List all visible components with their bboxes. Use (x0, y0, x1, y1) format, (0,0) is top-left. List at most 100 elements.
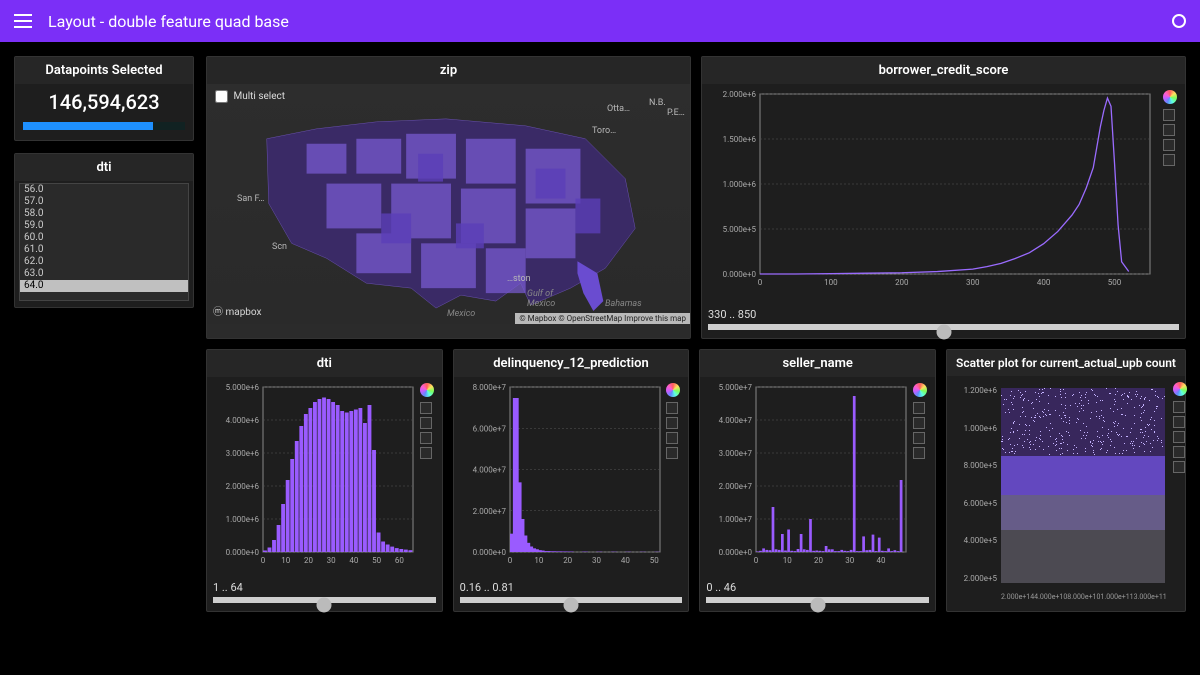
delinquency-chart-panel: delinquency_12_prediction 0.000e+02.000e… (453, 349, 690, 612)
svg-text:30: 30 (846, 556, 855, 565)
dti-chart-toolbar[interactable] (420, 383, 434, 459)
scatter-chart[interactable]: 1.200e+61.000e+68.000e+56.000e+54.000e+5… (947, 376, 1185, 611)
mapbox-logo: ⓜ mapbox (213, 303, 261, 318)
delinq-chart-toolbar[interactable] (666, 383, 680, 459)
save-tool-icon[interactable] (913, 432, 925, 444)
svg-text:200: 200 (895, 278, 909, 287)
lasso-tool-icon[interactable] (1173, 416, 1185, 428)
dti-chart-panel: dti 0.000e+0 1.000e+6 2.000e+6 3.000e+6 4.00… (206, 349, 443, 612)
bokeh-logo-icon (913, 383, 927, 397)
list-item[interactable]: 64.0 (20, 280, 188, 292)
list-item[interactable]: 60.0 (20, 232, 188, 244)
main-charts: zip (206, 56, 1186, 612)
dti-filter-panel: dti 56.057.058.059.060.061.062.063.064.0 (14, 153, 194, 308)
delinquency-chart[interactable]: 0.000e+02.000e+74.000e+76.000e+78.000e+7… (460, 383, 683, 573)
pan-tool-icon[interactable] (1163, 109, 1175, 121)
svg-text:40: 40 (621, 556, 630, 565)
scatter-chart-toolbar[interactable] (1173, 382, 1187, 473)
svg-text:4.000e+7: 4.000e+7 (472, 466, 506, 475)
pan-tool-icon[interactable] (913, 402, 925, 414)
boxzoom-tool-icon[interactable] (420, 417, 432, 429)
menu-icon[interactable] (14, 14, 32, 28)
delinq-range-slider[interactable] (460, 597, 683, 603)
svg-text:1.000e+6: 1.000e+6 (723, 180, 757, 189)
svg-text:0: 0 (261, 556, 266, 565)
save-tool-icon[interactable] (1173, 446, 1185, 458)
boxzoom-tool-icon[interactable] (666, 417, 678, 429)
list-item[interactable]: 57.0 (20, 196, 188, 208)
svg-text:50: 50 (372, 556, 381, 565)
reset-tool-icon[interactable] (913, 447, 925, 459)
list-item[interactable]: 61.0 (20, 244, 188, 256)
map-attribution[interactable]: © Mapbox © OpenStreetMap Improve this ma… (515, 313, 690, 324)
list-item[interactable]: 56.0 (20, 184, 188, 196)
dti-range-slider[interactable] (213, 597, 436, 603)
svg-text:10: 10 (534, 556, 543, 565)
list-item[interactable]: 62.0 (20, 256, 188, 268)
boxzoom-tool-icon[interactable] (1163, 124, 1175, 136)
list-item[interactable]: 58.0 (20, 208, 188, 220)
svg-text:0.000e+0: 0.000e+0 (723, 270, 757, 279)
credit-chart-toolbar[interactable] (1163, 90, 1177, 166)
bokeh-logo-icon (420, 383, 434, 397)
svg-text:2.000e+6: 2.000e+6 (723, 90, 757, 99)
save-tool-icon[interactable] (1163, 139, 1175, 151)
svg-text:0: 0 (758, 278, 763, 287)
list-item[interactable]: 63.0 (20, 268, 188, 280)
bokeh-logo-icon (1163, 90, 1177, 104)
zip-map-canvas[interactable]: Multi select Otta… Toro… N.B. P.E… San F… (207, 84, 690, 324)
credit-score-panel: borrower_credit_score 0.000e+0 5.000e+5 1.… (701, 56, 1186, 339)
pan-tool-icon[interactable] (666, 402, 678, 414)
svg-text:0.000e+0: 0.000e+0 (719, 548, 753, 557)
reset-tool-icon[interactable] (420, 447, 432, 459)
svg-text:1.500e+6: 1.500e+6 (723, 135, 757, 144)
svg-text:4.000e+6: 4.000e+6 (226, 416, 260, 425)
svg-text:0.000e+0: 0.000e+0 (226, 548, 260, 557)
list-item[interactable]: 59.0 (20, 220, 188, 232)
dti-chart-title: dti (207, 350, 442, 377)
pan-tool-icon[interactable] (420, 402, 432, 414)
credit-score-chart[interactable]: 0.000e+0 5.000e+5 1.000e+6 1.500e+6 2.000e+6… (708, 90, 1179, 300)
zip-map-title: zip (207, 57, 690, 84)
svg-text:1.000e+7: 1.000e+7 (719, 515, 753, 524)
svg-text:1.000e+6: 1.000e+6 (226, 515, 260, 524)
credit-range-label: 330 .. 850 (708, 308, 1179, 321)
svg-text:10: 10 (783, 556, 792, 565)
credit-score-title: borrower_credit_score (702, 57, 1185, 84)
seller-chart-toolbar[interactable] (913, 383, 927, 459)
reset-tool-icon[interactable] (1173, 461, 1185, 473)
topbar: Layout - double feature quad base (0, 0, 1200, 42)
reset-tool-icon[interactable] (1163, 154, 1175, 166)
delinquency-chart-title: delinquency_12_prediction (454, 350, 689, 377)
svg-text:5.000e+5: 5.000e+5 (723, 225, 757, 234)
svg-text:2.000e+6: 2.000e+6 (226, 482, 260, 491)
seller-chart-title: seller_name (700, 350, 935, 377)
save-tool-icon[interactable] (420, 432, 432, 444)
zip-map-panel: zip (206, 56, 691, 339)
save-tool-icon[interactable] (666, 432, 678, 444)
svg-text:3.000e+6: 3.000e+6 (226, 449, 260, 458)
svg-text:30: 30 (327, 556, 336, 565)
bokeh-logo-icon (1173, 382, 1187, 396)
boxzoom-tool-icon[interactable] (1173, 431, 1185, 443)
seller-range-slider[interactable] (706, 597, 929, 603)
credit-range-slider[interactable] (708, 324, 1179, 330)
delinq-range-label: 0.16 .. 0.81 (460, 581, 683, 594)
seller-chart[interactable]: 0.000e+01.000e+72.000e+73.000e+74.000e+7… (706, 383, 929, 573)
dti-listbox[interactable]: 56.057.058.059.060.061.062.063.064.0 (19, 183, 189, 301)
datapoints-progress-bar (23, 122, 185, 130)
svg-text:50: 50 (649, 556, 658, 565)
status-indicator-icon[interactable] (1172, 14, 1186, 28)
svg-text:40: 40 (349, 556, 358, 565)
dti-chart[interactable]: 0.000e+0 1.000e+6 2.000e+6 3.000e+6 4.000e+6… (213, 383, 436, 573)
svg-text:3.000e+7: 3.000e+7 (719, 449, 753, 458)
seller-chart-panel: seller_name 0.000e+01.000e+72.000e+73.00… (699, 349, 936, 612)
svg-text:20: 20 (814, 556, 823, 565)
svg-text:400: 400 (1037, 278, 1051, 287)
boxzoom-tool-icon[interactable] (913, 417, 925, 429)
pan-tool-icon[interactable] (1173, 401, 1185, 413)
reset-tool-icon[interactable] (666, 447, 678, 459)
svg-text:6.000e+7: 6.000e+7 (472, 424, 506, 433)
dti-filter-title: dti (15, 154, 193, 181)
svg-text:8.000e+7: 8.000e+7 (472, 383, 506, 392)
